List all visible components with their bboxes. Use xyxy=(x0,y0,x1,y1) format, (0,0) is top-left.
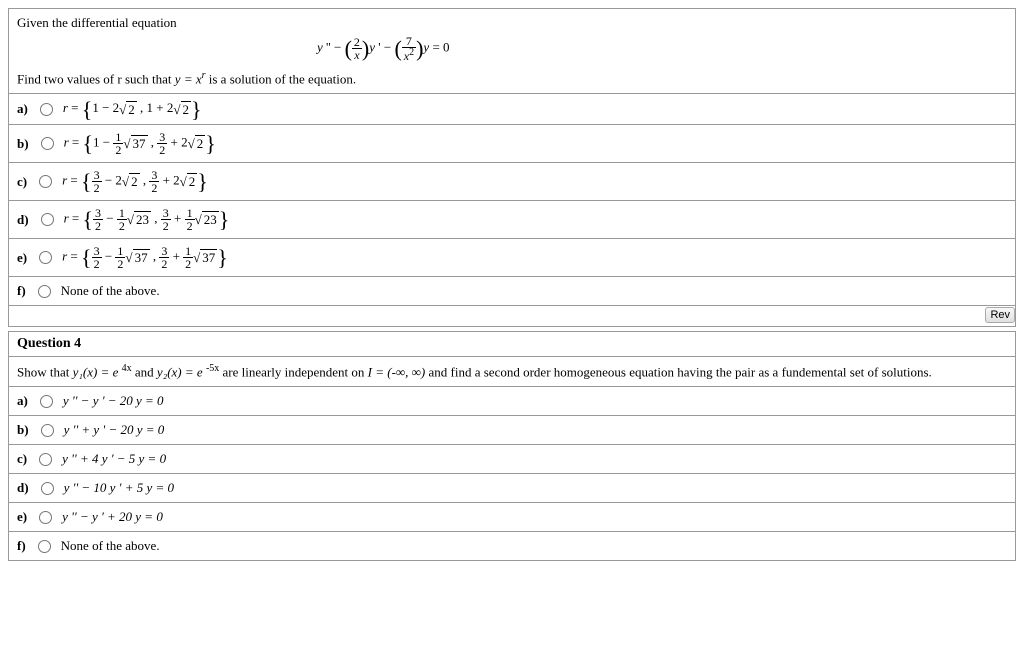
option-label: c) xyxy=(17,451,27,467)
q4-prefix: Show that xyxy=(17,364,73,379)
q4-exp2: -5x xyxy=(206,363,219,374)
q4-option-b[interactable]: b) y '' + y ' − 20 y = 0 xyxy=(9,415,1015,444)
q4-f-text: None of the above. xyxy=(61,538,160,554)
radio-q3-c[interactable] xyxy=(39,175,52,188)
radio-q4-a[interactable] xyxy=(40,395,53,408)
q4-header: Question 4 xyxy=(9,332,1015,356)
q3-option-d[interactable]: d) r = {32 − 1223 , 32 + 1223} xyxy=(9,200,1015,238)
question-4-block: Question 4 Show that y₁(x) = e 4x and y₂… xyxy=(8,331,1016,561)
q4-option-a[interactable]: a) y '' − y ' − 20 y = 0 xyxy=(9,386,1015,415)
option-label: e) xyxy=(17,509,27,525)
option-label: a) xyxy=(17,393,28,409)
option-label: f) xyxy=(17,283,26,299)
q3-option-c[interactable]: c) r = {32 − 22 , 32 + 22} xyxy=(9,162,1015,200)
q4-y1: y₁(x) = e xyxy=(73,364,122,379)
q4-option-d[interactable]: d) y '' − 10 y ' + 5 y = 0 xyxy=(9,473,1015,502)
q4-a-text: y '' − y ' − 20 y = 0 xyxy=(63,393,164,409)
q3-line2-suffix: is a solution of the equation. xyxy=(206,71,357,86)
q3-f-text: None of the above. xyxy=(61,283,160,299)
q4-option-c[interactable]: c) y '' + 4 y ' − 5 y = 0 xyxy=(9,444,1015,473)
q4-b-text: y '' + y ' − 20 y = 0 xyxy=(64,422,165,438)
q3-a-content: r = {1 − 22 , 1 + 22} xyxy=(63,100,202,118)
q3-d-content: r = {32 − 1223 , 32 + 1223} xyxy=(64,207,230,232)
q3-e-content: r = {32 − 1237 , 32 + 1237} xyxy=(62,245,228,270)
q3-prompt-line1: Given the differential equation xyxy=(17,15,1007,31)
q3-line2-mid: y = x xyxy=(175,71,202,86)
q4-exp1: 4x xyxy=(122,363,132,374)
review-button[interactable]: Rev xyxy=(985,307,1015,323)
option-label: b) xyxy=(17,422,29,438)
option-label: d) xyxy=(17,212,29,228)
q3-option-f[interactable]: f) None of the above. xyxy=(9,276,1015,305)
option-label: b) xyxy=(17,136,29,152)
q3-equation: y '' − (2x)y ' − (7x2)y = 0 xyxy=(317,35,450,62)
option-label: f) xyxy=(17,538,26,554)
q4-e-text: y '' − y ' + 20 y = 0 xyxy=(62,509,163,525)
q3-prompt-line2: Find two values of r such that y = xr is… xyxy=(17,70,1007,87)
radio-q4-b[interactable] xyxy=(41,424,54,437)
radio-q4-e[interactable] xyxy=(39,511,52,524)
q4-d-text: y '' − 10 y ' + 5 y = 0 xyxy=(64,480,174,496)
radio-q3-e[interactable] xyxy=(39,251,52,264)
q4-suffix: and find a second order homogeneous equa… xyxy=(425,364,932,379)
radio-q3-d[interactable] xyxy=(41,213,54,226)
q3-b-content: r = {1 − 1237 , 32 + 22} xyxy=(64,131,216,156)
q4-and: and xyxy=(132,364,157,379)
q3-prompt: Given the differential equation y '' − (… xyxy=(9,9,1015,93)
q3-c-content: r = {32 − 22 , 32 + 22} xyxy=(62,169,208,194)
q4-c-text: y '' + 4 y ' − 5 y = 0 xyxy=(62,451,166,467)
radio-q3-b[interactable] xyxy=(41,137,54,150)
q4-option-e[interactable]: e) y '' − y ' + 20 y = 0 xyxy=(9,502,1015,531)
radio-q3-a[interactable] xyxy=(40,103,53,116)
radio-q4-c[interactable] xyxy=(39,453,52,466)
q3-footer: Rev xyxy=(9,305,1015,326)
radio-q4-d[interactable] xyxy=(41,482,54,495)
q4-y2: y₂(x) = e xyxy=(157,364,206,379)
radio-q3-f[interactable] xyxy=(38,285,51,298)
q4-mid: are linearly independent on xyxy=(219,364,367,379)
q3-line2-prefix: Find two values of r such that xyxy=(17,71,175,86)
option-label: a) xyxy=(17,101,28,117)
q3-option-a[interactable]: a) r = {1 − 22 , 1 + 22} xyxy=(9,93,1015,124)
q3-option-b[interactable]: b) r = {1 − 1237 , 32 + 22} xyxy=(9,124,1015,162)
option-label: c) xyxy=(17,174,27,190)
radio-q4-f[interactable] xyxy=(38,540,51,553)
q4-interval: I = (-∞, ∞) xyxy=(368,364,426,379)
question-3-block: Given the differential equation y '' − (… xyxy=(8,8,1016,327)
q4-option-f[interactable]: f) None of the above. xyxy=(9,531,1015,560)
q4-prompt: Show that y₁(x) = e 4x and y₂(x) = e -5x… xyxy=(9,356,1015,386)
option-label: d) xyxy=(17,480,29,496)
option-label: e) xyxy=(17,250,27,266)
q3-option-e[interactable]: e) r = {32 − 1237 , 32 + 1237} xyxy=(9,238,1015,276)
